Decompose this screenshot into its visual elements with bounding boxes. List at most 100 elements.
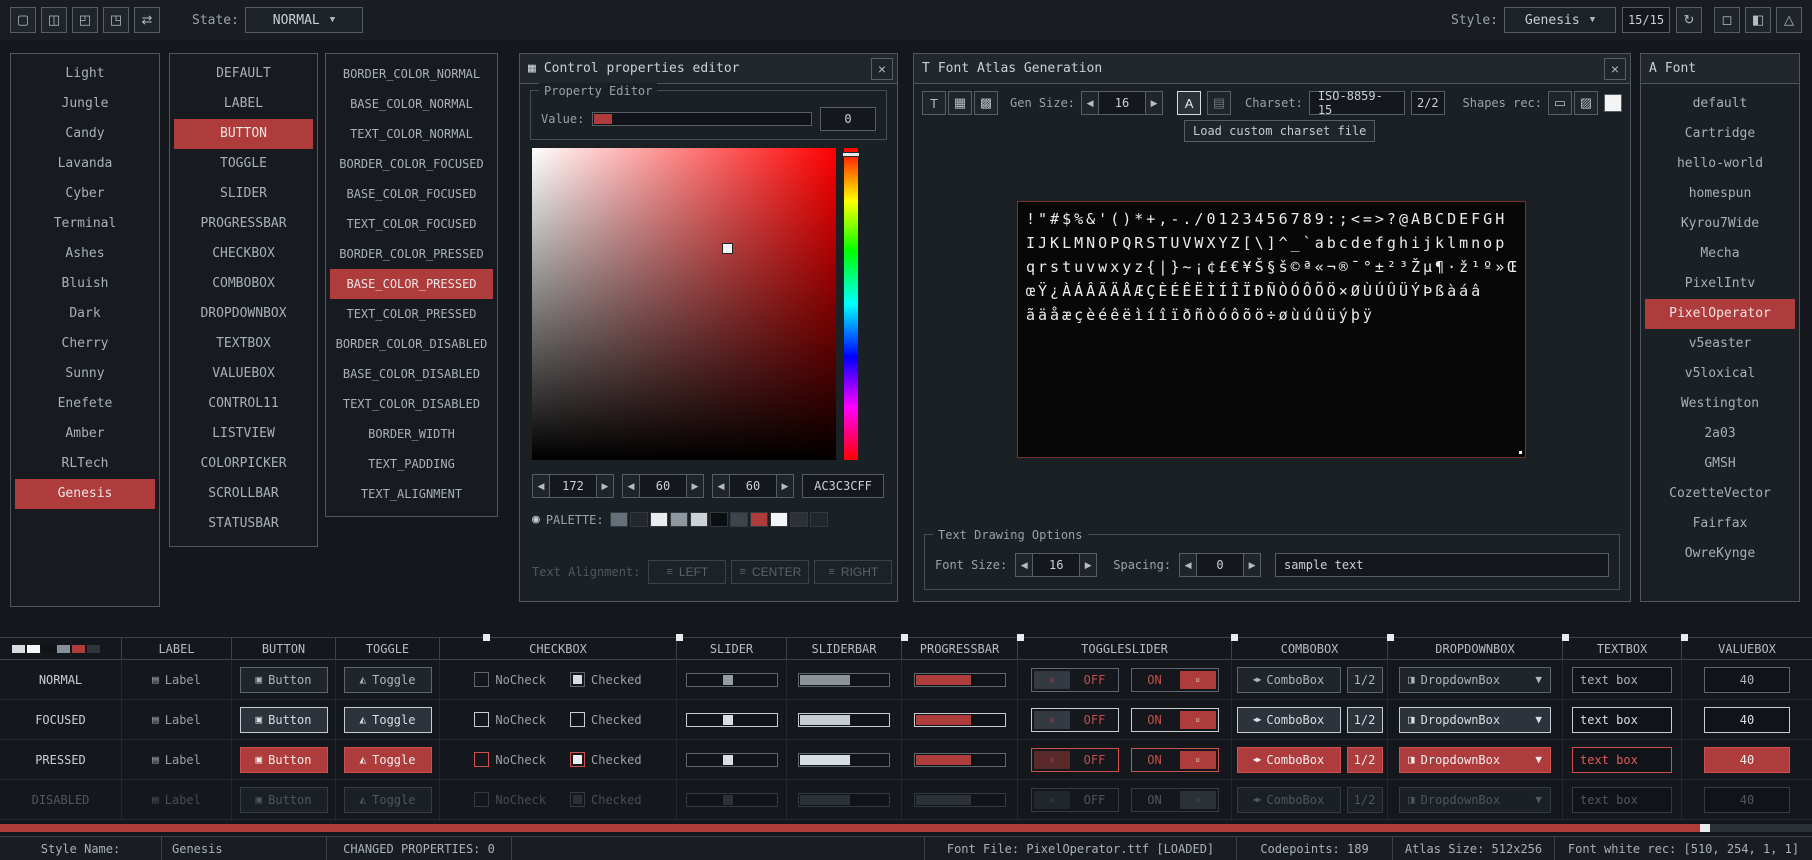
text-editor-button[interactable]: T bbox=[922, 91, 946, 115]
sample-sliderbar[interactable] bbox=[798, 792, 890, 807]
sample-valuebox[interactable]: 40 bbox=[1704, 746, 1790, 773]
spinner-right-button[interactable]: ▶ bbox=[1079, 553, 1098, 577]
palette-swatch[interactable] bbox=[729, 512, 748, 527]
save-file-button[interactable]: ◰ bbox=[72, 7, 98, 33]
column-marker[interactable] bbox=[483, 634, 490, 641]
combobox-counter[interactable]: 1/2 bbox=[1346, 786, 1383, 813]
font-window-titlebar[interactable]: A Font bbox=[1641, 54, 1799, 84]
font-item[interactable]: Cartridge bbox=[1645, 119, 1795, 149]
property-item[interactable]: BORDER_COLOR_NORMAL bbox=[330, 59, 493, 89]
control-item[interactable]: LABEL bbox=[174, 89, 313, 119]
sample-sliderbar[interactable] bbox=[798, 672, 890, 687]
control-item[interactable]: TEXTBOX bbox=[174, 329, 313, 359]
column-marker[interactable] bbox=[1562, 634, 1569, 641]
sample-text-input[interactable]: sample text bbox=[1275, 553, 1609, 577]
blue-value[interactable]: 60 bbox=[730, 474, 776, 498]
spinner-right-button[interactable]: ▶ bbox=[1145, 91, 1164, 115]
checkbox-unchecked[interactable]: NoCheck bbox=[474, 752, 546, 767]
style-item[interactable]: Dark bbox=[15, 299, 155, 329]
horizontal-scrollbar[interactable] bbox=[0, 824, 1812, 832]
combobox-button[interactable]: ◀▶ ComboBox bbox=[1236, 746, 1341, 773]
property-item[interactable]: TEXT_COLOR_FOCUSED bbox=[330, 209, 493, 239]
spinner-left-button[interactable]: ◀ bbox=[1015, 553, 1034, 577]
spinner-left-button[interactable]: ◀ bbox=[622, 474, 640, 498]
sample-slider[interactable] bbox=[685, 792, 778, 807]
palette-swatch[interactable] bbox=[709, 512, 728, 527]
sample-slider[interactable] bbox=[685, 672, 778, 687]
style-item[interactable]: Ashes bbox=[15, 239, 155, 269]
sample-dropdownbox[interactable]: ◨ DropdownBox ▼ bbox=[1399, 786, 1551, 813]
sample-label[interactable]: ▤ Label bbox=[152, 673, 201, 687]
spacing-value[interactable]: 0 bbox=[1197, 553, 1244, 577]
value-box[interactable]: 0 bbox=[820, 107, 876, 131]
load-charset-button[interactable]: A bbox=[1177, 91, 1202, 115]
align-center-button[interactable]: ≡ CENTER bbox=[731, 560, 810, 584]
sample-textbox[interactable]: text box bbox=[1572, 786, 1672, 813]
sample-button[interactable]: ▣ Button bbox=[239, 746, 328, 773]
style-item[interactable]: Genesis bbox=[15, 479, 155, 509]
control-item[interactable]: SCROLLBAR bbox=[174, 479, 313, 509]
property-item[interactable]: TEXT_COLOR_DISABLED bbox=[330, 389, 493, 419]
palette-swatch[interactable] bbox=[809, 512, 828, 527]
gen-size-value[interactable]: 16 bbox=[1099, 91, 1146, 115]
font-item[interactable]: GMSH bbox=[1645, 449, 1795, 479]
export-file-button[interactable]: ◳ bbox=[103, 7, 129, 33]
control-item[interactable]: TOGGLE bbox=[174, 149, 313, 179]
slider-handle[interactable] bbox=[722, 794, 733, 805]
shapes-white-rec-swatch[interactable] bbox=[1604, 94, 1622, 112]
toggleslider-off[interactable]: ▫ OFF bbox=[1030, 667, 1119, 692]
hex-value-box[interactable]: AC3C3CFF bbox=[802, 474, 884, 498]
spinner-left-button[interactable]: ◀ bbox=[1081, 91, 1100, 115]
spinner-right-button[interactable]: ▶ bbox=[776, 474, 794, 498]
sample-toggle[interactable]: ◭ Toggle bbox=[343, 706, 432, 733]
combobox-button[interactable]: ◀▶ ComboBox bbox=[1236, 706, 1341, 733]
sample-slider[interactable] bbox=[685, 712, 778, 727]
palette-swatch[interactable] bbox=[609, 512, 628, 527]
close-button[interactable]: × bbox=[871, 57, 893, 80]
control-item[interactable]: PROGRESSBAR bbox=[174, 209, 313, 239]
random-style-button[interactable]: ⇄ bbox=[134, 7, 160, 33]
property-item[interactable]: BASE_COLOR_PRESSED bbox=[330, 269, 493, 299]
style-item[interactable]: Light bbox=[15, 59, 155, 89]
checkbox-checked[interactable]: Checked bbox=[570, 752, 642, 767]
column-marker[interactable] bbox=[901, 634, 908, 641]
sample-button[interactable]: ▣ Button bbox=[239, 666, 328, 693]
slider-handle[interactable] bbox=[722, 674, 733, 685]
palette-swatch[interactable] bbox=[629, 512, 648, 527]
property-item[interactable]: TEXT_ALIGNMENT bbox=[330, 479, 493, 509]
sample-label[interactable]: ▤ Label bbox=[152, 753, 201, 767]
property-item[interactable]: BASE_COLOR_DISABLED bbox=[330, 359, 493, 389]
palette-swatch[interactable] bbox=[789, 512, 808, 527]
style-item[interactable]: Jungle bbox=[15, 89, 155, 119]
sample-valuebox[interactable]: 40 bbox=[1704, 666, 1790, 693]
property-item[interactable]: BASE_COLOR_FOCUSED bbox=[330, 179, 493, 209]
column-marker[interactable] bbox=[676, 634, 683, 641]
spinner-left-button[interactable]: ◀ bbox=[712, 474, 730, 498]
font-item[interactable]: PixelOperator bbox=[1645, 299, 1795, 329]
about-button[interactable]: △ bbox=[1776, 7, 1802, 33]
column-marker[interactable] bbox=[1017, 634, 1024, 641]
palette-swatch[interactable] bbox=[689, 512, 708, 527]
style-item[interactable]: Amber bbox=[15, 419, 155, 449]
column-marker[interactable] bbox=[1681, 634, 1688, 641]
property-item[interactable]: BORDER_COLOR_DISABLED bbox=[330, 329, 493, 359]
shapes-snap-toggle[interactable]: ▨ bbox=[1574, 91, 1598, 115]
checkbox-unchecked[interactable]: NoCheck bbox=[474, 712, 546, 727]
shapes-rec-toggle[interactable]: ▭ bbox=[1548, 91, 1572, 115]
close-button[interactable]: × bbox=[1604, 57, 1626, 80]
style-item[interactable]: Cyber bbox=[15, 179, 155, 209]
toggleslider-off[interactable]: ▫ OFF bbox=[1030, 707, 1119, 732]
sample-toggle[interactable]: ◭ Toggle bbox=[343, 666, 432, 693]
column-marker[interactable] bbox=[1387, 634, 1394, 641]
atlas-window-titlebar[interactable]: T Font Atlas Generation × bbox=[914, 54, 1630, 84]
style-dropdown[interactable]: Genesis ▼ bbox=[1504, 7, 1616, 33]
green-value[interactable]: 60 bbox=[640, 474, 686, 498]
checkbox-checked[interactable]: Checked bbox=[570, 792, 642, 807]
sample-valuebox[interactable]: 40 bbox=[1704, 706, 1790, 733]
atlas-fill-button[interactable]: ▩ bbox=[974, 91, 998, 115]
font-item[interactable]: CozetteVector bbox=[1645, 479, 1795, 509]
red-value[interactable]: 172 bbox=[550, 474, 596, 498]
property-item[interactable]: BORDER_COLOR_PRESSED bbox=[330, 239, 493, 269]
control-item[interactable]: BUTTON bbox=[174, 119, 313, 149]
hue-marker[interactable] bbox=[842, 152, 860, 157]
